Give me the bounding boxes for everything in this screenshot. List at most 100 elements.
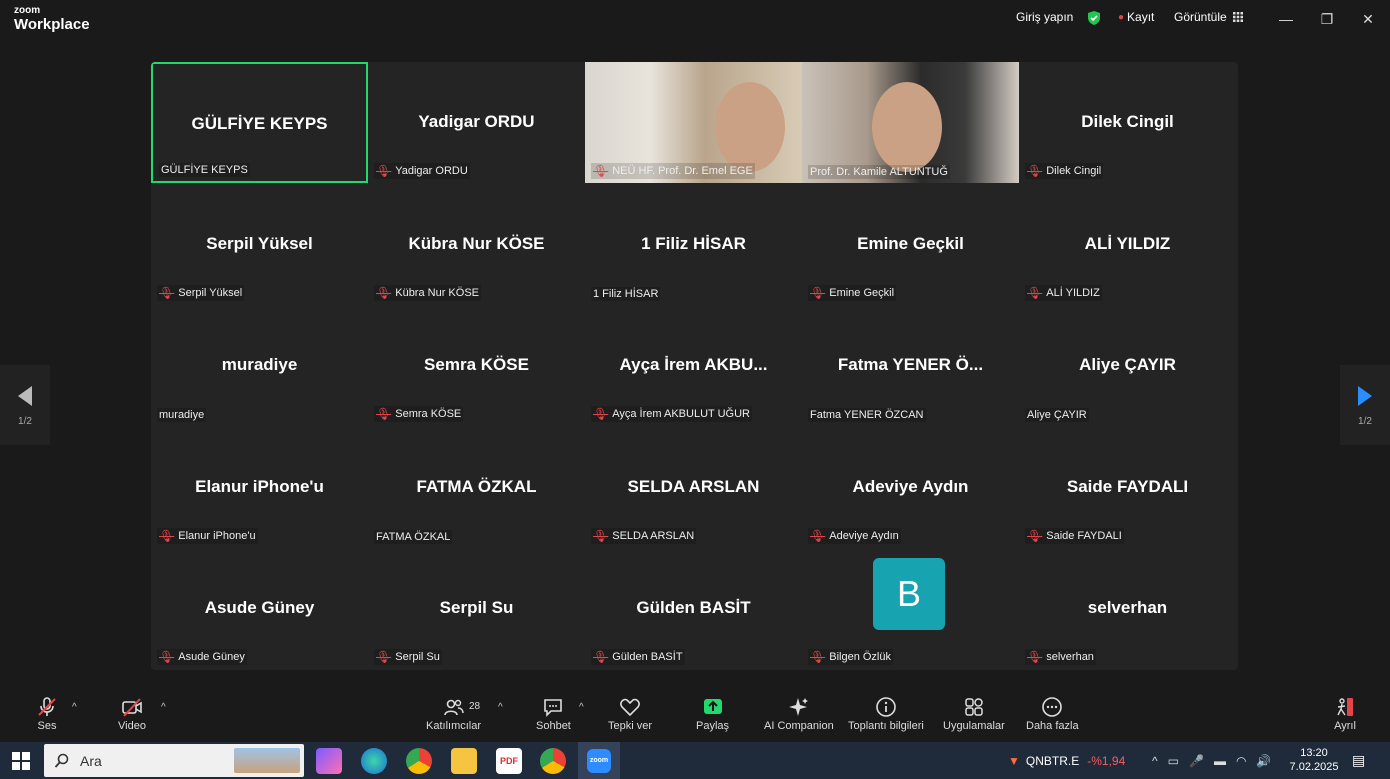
participant-label: 1 Filiz HİSAR: [591, 286, 661, 301]
participant-tile[interactable]: Ayça İrem AKBU... 🎙︎ Ayça İrem AKBULUT UĞU…: [585, 305, 802, 427]
clock[interactable]: 13:20 7.02.2025: [1286, 746, 1342, 774]
participant-label-text: Saide FAYDALI: [1046, 529, 1122, 542]
participant-tile[interactable]: Adeviye Aydın 🎙︎ Adeviye Aydın: [802, 426, 1019, 548]
participants-caret-icon[interactable]: ^: [498, 702, 503, 713]
participant-name: Kübra Nur KÖSE: [408, 233, 545, 253]
participant-tile[interactable]: GÜLFİYE KEYPS GÜLFİYE KEYPS: [151, 62, 368, 183]
apps-button[interactable]: Uygulamalar: [943, 696, 1005, 732]
zoom-app-icon: zoom: [587, 748, 611, 773]
next-page-button[interactable]: 1/2: [1340, 365, 1390, 445]
participant-tile[interactable]: SELDA ARSLAN 🎙︎ SELDA ARSLAN: [585, 426, 802, 548]
copilot-icon[interactable]: [316, 748, 342, 774]
pdf-icon[interactable]: PDF: [496, 748, 522, 774]
video-label: Video: [118, 720, 146, 732]
participant-avatar: B: [873, 558, 945, 631]
participant-tile[interactable]: Semra KÖSE 🎙︎ Semra KÖSE: [368, 305, 585, 427]
mic-muted-icon: 🎙︎: [593, 650, 609, 665]
ai-companion-button[interactable]: AI Companion: [764, 696, 834, 732]
record-button[interactable]: ● Kayıt: [1118, 10, 1154, 24]
participant-tile[interactable]: Serpil Su 🎙︎ Serpil Su: [368, 548, 585, 670]
close-icon[interactable]: ✕: [1353, 8, 1383, 30]
minimize-icon[interactable]: —: [1271, 8, 1301, 30]
participant-tile[interactable]: Elanur iPhone'u 🎙︎ Elanur iPhone'u: [151, 426, 368, 548]
apps-icon: [965, 698, 983, 716]
audio-options-caret-icon[interactable]: ^: [72, 702, 77, 713]
mic-muted-icon: 🎙︎: [159, 650, 175, 665]
edge-icon[interactable]: [361, 748, 387, 774]
microphone-icon[interactable]: 🎤: [1189, 754, 1204, 768]
restore-icon[interactable]: ❐: [1312, 8, 1342, 30]
participant-tile[interactable]: 1 Filiz HİSAR 1 Filiz HİSAR: [585, 183, 802, 305]
network-icon[interactable]: ◠: [1236, 754, 1246, 768]
participant-label: 🎙︎ Gülden BASİT: [591, 649, 685, 666]
participant-label-text: Fatma YENER ÖZCAN: [810, 409, 924, 422]
battery-icon[interactable]: ▬: [1214, 754, 1226, 768]
participant-tile[interactable]: selverhan 🎙︎ selverhan: [1019, 548, 1236, 670]
participant-label-text: ALİ YILDIZ: [1046, 286, 1100, 299]
participant-label: 🎙︎ Yadigar ORDU: [374, 163, 470, 179]
folder-icon[interactable]: [451, 748, 477, 774]
leave-button[interactable]: Ayrıl: [1334, 696, 1356, 732]
mic-muted-icon: 🎙︎: [159, 285, 175, 300]
participant-label: 🎙︎ NEÜ HF. Prof. Dr. Emel EGE: [591, 163, 755, 179]
chrome-icon-2[interactable]: [540, 748, 566, 774]
participant-tile[interactable]: Asude Güney 🎙︎ Asude Güney: [151, 548, 368, 670]
display-icon[interactable]: ▭: [1168, 754, 1179, 768]
participant-label-text: selverhan: [1046, 651, 1094, 664]
participant-name: SELDA ARSLAN: [627, 476, 760, 496]
camera-off-icon: [122, 698, 142, 717]
participant-tile[interactable]: Saide FAYDALI 🎙︎ Saide FAYDALI: [1019, 426, 1236, 548]
chat-button[interactable]: Sohbet: [536, 696, 571, 732]
video-options-caret-icon[interactable]: ^: [161, 702, 166, 713]
stock-down-icon: ▼: [1008, 753, 1020, 768]
taskbar-search[interactable]: Ara: [44, 744, 304, 777]
chrome-icon[interactable]: [406, 748, 432, 774]
participant-label: 🎙︎ ALİ YILDIZ: [1025, 284, 1102, 301]
participant-label-text: Emine Geçkil: [829, 286, 895, 299]
participant-name: Dilek Cingil: [1081, 112, 1174, 131]
mic-muted-icon: 🎙︎: [593, 164, 609, 178]
signin-link[interactable]: Giriş yapın: [1016, 10, 1073, 24]
participant-name: Emine Geçkil: [857, 233, 964, 253]
participant-tile[interactable]: Yadigar ORDU 🎙︎ Yadigar ORDU: [368, 62, 585, 183]
participant-tile[interactable]: Serpil Yüksel 🎙︎ Serpil Yüksel: [151, 183, 368, 305]
participant-tile[interactable]: Gülden BASİT 🎙︎ Gülden BASİT: [585, 548, 802, 670]
participant-tile[interactable]: 🎙︎ NEÜ HF. Prof. Dr. Emel EGE: [585, 62, 802, 183]
chevron-left-icon: [18, 385, 32, 406]
share-button[interactable]: Paylaş: [696, 696, 729, 732]
participant-tile[interactable]: Prof. Dr. Kamile ALTUNTUĞ: [802, 62, 1019, 183]
video-button[interactable]: Video: [118, 696, 146, 732]
participant-tile[interactable]: Kübra Nur KÖSE 🎙︎ Kübra Nur KÖSE: [368, 183, 585, 305]
participant-tile[interactable]: Dilek Cingil 🎙︎ Dilek Cingil: [1019, 62, 1236, 183]
participant-name: Elanur iPhone'u: [195, 476, 324, 496]
participant-label: 🎙︎ selverhan: [1025, 649, 1096, 666]
volume-icon[interactable]: 🔊: [1256, 754, 1271, 768]
shield-icon[interactable]: [1086, 10, 1102, 26]
participant-name: Aliye ÇAYIR: [1079, 355, 1176, 375]
participant-tile[interactable]: ALİ YILDIZ 🎙︎ ALİ YILDIZ: [1019, 183, 1236, 305]
participant-tile[interactable]: Emine Geçkil 🎙︎ Emine Geçkil: [802, 183, 1019, 305]
audio-button[interactable]: Ses: [36, 696, 58, 732]
participant-label-text: Ayça İrem AKBULUT UĞUR: [612, 408, 750, 421]
participant-tile[interactable]: muradiye muradiye: [151, 305, 368, 427]
participant-tile[interactable]: FATMA ÖZKAL FATMA ÖZKAL: [368, 426, 585, 548]
more-button[interactable]: Daha fazla: [1026, 696, 1079, 732]
grid-icon: [1232, 12, 1243, 22]
chat-caret-icon[interactable]: ^: [579, 702, 584, 713]
windows-start-icon[interactable]: [12, 752, 30, 775]
zoom-taskbar-button[interactable]: zoom: [578, 742, 620, 779]
prev-page-button[interactable]: 1/2: [0, 365, 50, 445]
participant-label: 🎙︎ Bilgen Özlük: [808, 649, 893, 666]
info-icon: [876, 697, 896, 717]
notification-icon[interactable]: ▤: [1352, 752, 1365, 769]
participant-tile[interactable]: Aliye ÇAYIR Aliye ÇAYIR: [1019, 305, 1236, 427]
participant-label-text: FATMA ÖZKAL: [376, 530, 451, 543]
participant-tile[interactable]: Fatma YENER Ö... Fatma YENER ÖZCAN: [802, 305, 1019, 427]
chevron-up-icon[interactable]: ^: [1152, 754, 1158, 768]
meeting-info-button[interactable]: Toplantı bilgileri: [848, 696, 924, 732]
participant-tile[interactable]: B 🎙︎ Bilgen Özlük: [802, 548, 1019, 670]
mic-muted-icon: [38, 697, 56, 716]
view-button[interactable]: Görüntüle: [1174, 10, 1243, 24]
reactions-button[interactable]: Tepki ver: [608, 696, 652, 732]
stock-widget[interactable]: ▼ QNBTR.E -%1,94: [1008, 742, 1125, 779]
